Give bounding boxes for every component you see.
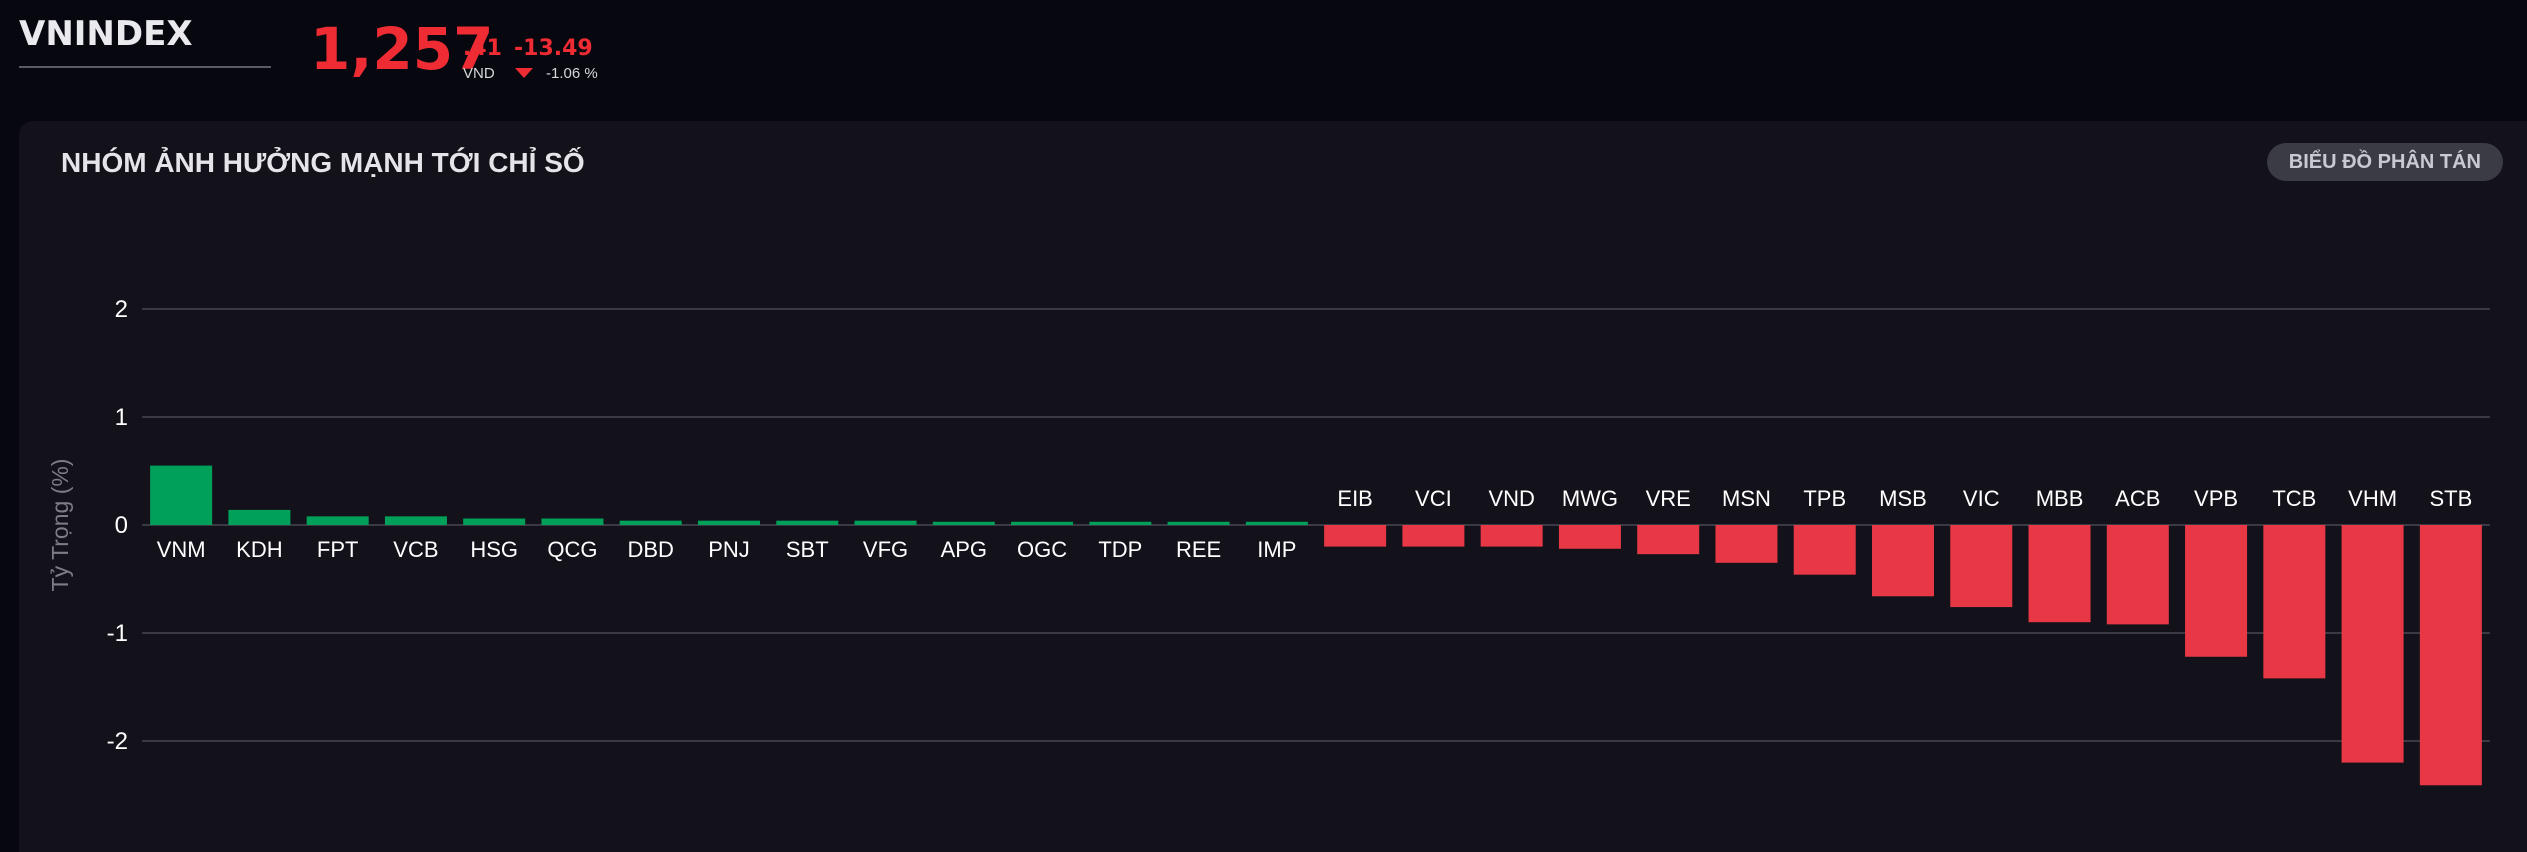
category-label: VCB (393, 537, 438, 562)
bar (1872, 525, 1934, 597)
category-label: VIC (1963, 486, 2000, 511)
bar (1480, 525, 1543, 547)
bar (541, 518, 604, 525)
category-label: MWG (1562, 486, 1618, 511)
bar (1011, 521, 1074, 525)
bar (1324, 525, 1387, 547)
bar (384, 516, 447, 525)
category-label: EIB (1337, 486, 1372, 511)
category-label: MBB (2036, 486, 2084, 511)
category-label: HSG (470, 537, 518, 562)
bar (1715, 525, 1778, 563)
category-label: OGC (1017, 537, 1067, 562)
category-label: TPB (1803, 486, 1846, 511)
category-label: VNM (157, 537, 206, 562)
category-label: VRE (1646, 486, 1691, 511)
bar (2185, 525, 2248, 657)
bar (1245, 521, 1308, 525)
bar (2106, 525, 2169, 625)
category-label: QCG (547, 537, 597, 562)
bar (776, 520, 839, 525)
bar (1558, 525, 1621, 549)
bar (1402, 525, 1465, 547)
category-label: VND (1488, 486, 1534, 511)
category-label: ACB (2115, 486, 2160, 511)
bar (2263, 525, 2326, 679)
y-axis-label: Tỷ Trọng (%) (47, 459, 73, 592)
category-label: DBD (628, 537, 674, 562)
category-label: PNJ (708, 537, 750, 562)
category-label: SBT (786, 537, 829, 562)
bar (1793, 525, 1856, 575)
y-tick-label: 2 (115, 296, 128, 323)
category-label: KDH (236, 537, 282, 562)
bar (854, 520, 917, 525)
bar (619, 520, 682, 525)
bar (932, 521, 995, 525)
category-label: MSB (1879, 486, 1927, 511)
impact-bar-chart: 2 1 0 -1 -2 Tỷ Trọng (%) VNM KDH FPT VCB HSG QCG DBD… (47, 296, 2490, 786)
category-label: FPT (317, 537, 359, 562)
category-label: IMP (1257, 537, 1296, 562)
bar (2341, 525, 2404, 763)
category-label: VCI (1415, 486, 1452, 511)
bar (1167, 521, 1230, 525)
bar (698, 520, 760, 525)
bar (306, 516, 369, 525)
y-tick-label: 1 (115, 404, 128, 431)
category-label: MSN (1722, 486, 1771, 511)
category-label: REE (1176, 537, 1221, 562)
y-tick-label: -1 (107, 620, 128, 647)
y-tick-label: -2 (107, 728, 128, 755)
category-label: VHM (2348, 486, 2397, 511)
bar (463, 518, 526, 525)
category-label: STB (2429, 486, 2472, 511)
category-label: TDP (1098, 537, 1142, 562)
bar (2419, 525, 2482, 786)
category-label: VFG (863, 537, 908, 562)
bar (228, 509, 291, 525)
bar (1089, 521, 1152, 525)
bar (150, 465, 213, 525)
y-tick-label: 0 (115, 512, 128, 539)
bar (2028, 525, 2091, 623)
category-label: TCB (2272, 486, 2316, 511)
category-label: APG (941, 537, 987, 562)
bar (1950, 525, 2013, 608)
category-label: VPB (2194, 486, 2238, 511)
bar (1637, 525, 1700, 555)
